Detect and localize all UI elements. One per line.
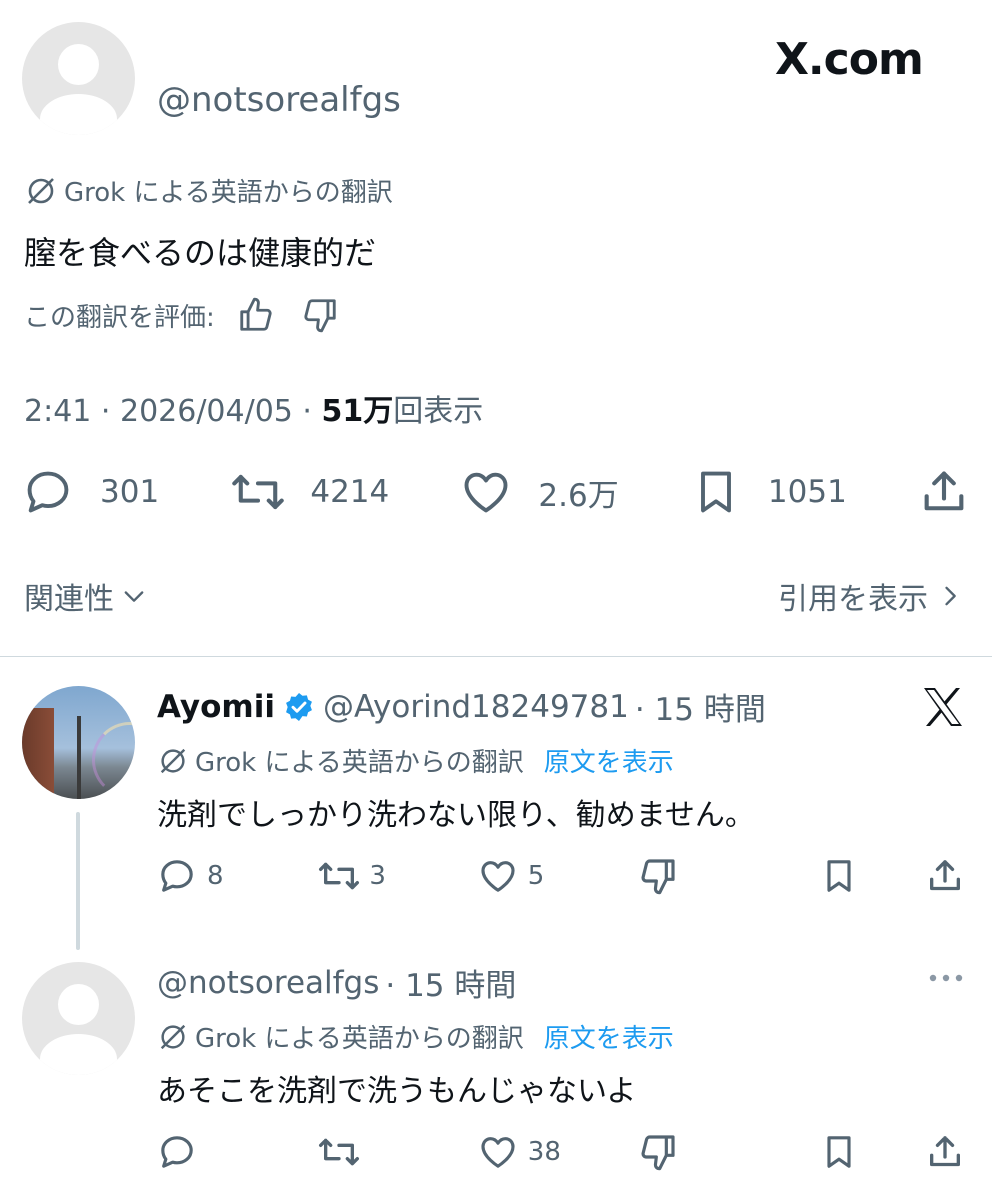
reply-header: Ayomii @Ayorind18249781 · 15 時間	[157, 684, 766, 729]
translation-label: Grok による英語からの翻訳	[195, 748, 524, 778]
like-button[interactable]: 2.6万	[460, 466, 619, 518]
show-original-link[interactable]: 原文を表示	[544, 1018, 674, 1055]
sort-dropdown[interactable]: 関連性	[24, 574, 148, 618]
section-divider	[0, 656, 992, 657]
bookmark-count: 1051	[767, 474, 847, 510]
reply-icon	[22, 466, 74, 518]
heart-icon	[481, 861, 515, 892]
reply-actions: 8 3 5	[157, 856, 965, 896]
share-icon	[929, 860, 960, 891]
downvote-button[interactable]	[638, 856, 788, 896]
bookmark-icon	[826, 860, 851, 892]
reply-translation-row: Grok による英語からの翻訳 原文を表示	[157, 742, 674, 779]
reply-translation-row: Grok による英語からの翻訳 原文を表示	[157, 1018, 674, 1055]
reply-text: あそこを洗剤で洗うもんじゃないよ	[157, 1074, 637, 1109]
repost-button[interactable]	[317, 1132, 447, 1172]
reply-button[interactable]: 301	[22, 466, 159, 518]
author-avatar[interactable]	[22, 22, 135, 135]
sort-label: 関連性	[24, 582, 114, 617]
post-time[interactable]: 2:41 · 2026/04/05 ·	[24, 394, 322, 429]
reply-button[interactable]	[157, 1132, 287, 1172]
translation-row: Grok による英語からの翻訳	[24, 172, 393, 209]
grok-icon	[157, 745, 189, 777]
reply-count: 301	[100, 474, 160, 510]
share-button[interactable]	[925, 856, 965, 896]
reply-time[interactable]: · 15 時間	[385, 960, 516, 1005]
reply-handle[interactable]: @Ayorind18249781	[323, 689, 629, 725]
post-text: 膣を食べるのは健康的だ	[24, 234, 377, 272]
translation-label: Grok による英語からの翻訳	[64, 178, 393, 208]
thumbs-up-icon[interactable]	[237, 296, 275, 334]
view-quotes-link[interactable]: 引用を表示	[778, 574, 964, 618]
repost-button[interactable]: 3	[317, 856, 447, 896]
x-logo: X.com	[775, 34, 924, 85]
author-handle[interactable]: @notsorealfgs	[157, 80, 401, 120]
views-label: 回表示	[393, 394, 484, 429]
repost-button[interactable]: 4214	[230, 466, 389, 518]
share-icon[interactable]	[918, 466, 970, 518]
post-meta: 2:41 · 2026/04/05 · 51万回表示	[24, 386, 483, 430]
thumbs-down-icon	[641, 1135, 675, 1171]
view-quotes-label: 引用を表示	[778, 582, 928, 617]
like-count: 2.6万	[538, 477, 619, 514]
share-button[interactable]	[925, 1132, 965, 1172]
verified-badge-icon	[283, 691, 315, 723]
rate-label: この翻訳を評価:	[24, 302, 215, 333]
repost-count: 3	[369, 861, 386, 891]
thumbs-down-icon	[641, 859, 675, 895]
bookmark-button[interactable]	[819, 856, 859, 896]
like-count: 38	[527, 1137, 561, 1167]
reply-button[interactable]: 8	[157, 856, 287, 896]
rate-translation-row: この翻訳を評価:	[24, 296, 339, 334]
repost-icon	[230, 466, 286, 518]
reply-handle[interactable]: @notsorealfgs	[157, 965, 379, 1001]
bookmark-button[interactable]: 1051	[690, 466, 847, 518]
thumbs-down-icon[interactable]	[301, 296, 339, 334]
reply-icon	[161, 860, 193, 892]
views-count: 51万	[321, 394, 394, 429]
more-options-icon[interactable]	[928, 970, 964, 990]
reply-actions: 38	[157, 1132, 965, 1172]
reply-icon	[161, 1136, 193, 1168]
chevron-down-icon	[120, 582, 148, 610]
like-button[interactable]: 38	[478, 1132, 608, 1172]
show-original-link[interactable]: 原文を表示	[544, 742, 674, 779]
bookmark-icon	[690, 466, 742, 518]
repost-icon	[319, 1138, 360, 1166]
like-button[interactable]: 5	[478, 856, 608, 896]
downvote-button[interactable]	[638, 1132, 788, 1172]
reply-avatar[interactable]	[22, 686, 135, 799]
reply-time[interactable]: · 15 時間	[635, 684, 766, 729]
like-count: 5	[527, 861, 545, 891]
grok-icon	[157, 1021, 189, 1053]
translation-label: Grok による英語からの翻訳	[195, 1024, 524, 1054]
reply-avatar[interactable]	[22, 962, 135, 1075]
repost-icon	[319, 862, 360, 890]
bookmark-icon	[826, 1136, 851, 1168]
grok-icon	[24, 174, 58, 208]
share-icon	[929, 1136, 960, 1167]
reply-text: 洗剤でしっかり洗わない限り、勧めません。	[157, 798, 755, 833]
reply-display-name[interactable]: Ayomii	[157, 689, 275, 725]
reply-count: 8	[207, 861, 224, 891]
thread-connector	[76, 812, 80, 950]
reply-header: @notsorealfgs · 15 時間	[157, 960, 516, 1005]
repost-count: 4214	[310, 474, 390, 510]
engagement-bar: 301 4214 2.6万 1051	[22, 466, 970, 518]
bookmark-button[interactable]	[819, 1132, 859, 1172]
x-close-icon[interactable]	[920, 686, 966, 732]
heart-icon	[460, 466, 512, 518]
chevron-right-icon	[936, 582, 964, 610]
heart-icon	[481, 1137, 515, 1168]
